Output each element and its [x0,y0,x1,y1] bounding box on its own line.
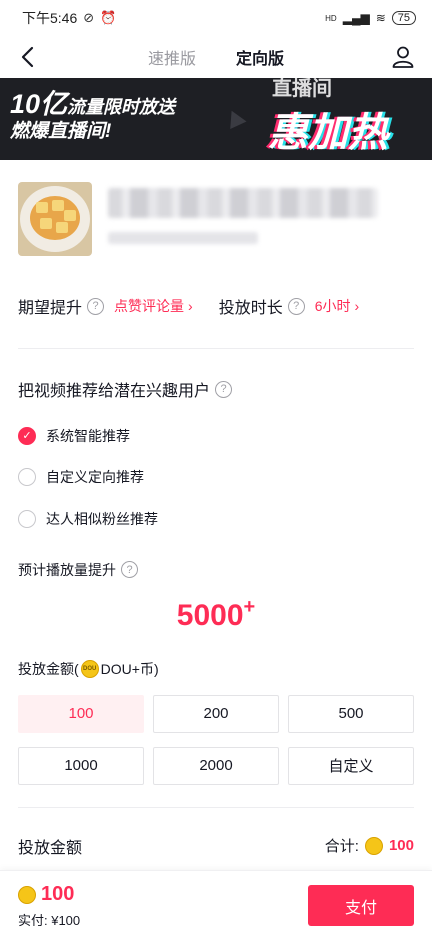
option-custom-targeting[interactable]: 自定义定向推荐 [18,457,414,499]
radio-checked-icon[interactable]: ✓ [18,426,36,445]
divider [18,806,414,808]
total-label: 合计: [324,838,359,855]
forecast-suffix: + [243,595,256,618]
option-smart-recommend[interactable]: ✓ 系统智能推荐 [18,415,414,457]
forecast-value: 5000+ [0,596,432,633]
total-value: 100 [388,837,414,854]
amount-option-custom[interactable]: 自定义 [288,746,414,785]
video-title-blurred [108,188,378,218]
help-icon[interactable]: ? [287,297,305,315]
summary-total: 合计: 100 [325,835,414,856]
targeting-options: ✓ 系统智能推荐 自定义定向推荐 达人相似粉丝推荐 [0,415,432,540]
video-info-blurred [108,182,432,280]
pay-button[interactable]: 支付 [308,885,414,926]
option-similar-fans[interactable]: 达人相似粉丝推荐 [18,498,414,540]
dou-coin-icon [364,836,383,855]
targeting-title-text: 把视频推荐给潜在兴趣用户 [18,383,211,400]
status-bar: 下午5:46 ⊘ ⏰ HD ▂▄▆ ≋ 75 [0,0,432,36]
video-thumbnail [18,182,92,256]
status-time: 下午5:46 [22,10,78,26]
checkout-bar: 100 实付: ¥100 支付 [0,870,432,939]
amount-label-prefix: 投放金额( [18,660,79,677]
alarm-icon: ⏰ [100,10,117,25]
banner-headline-rest: 流量限时放送 [67,97,176,117]
hd-signal-icon: HD [325,13,337,23]
chevron-right-icon[interactable]: › [355,298,360,314]
option-label: 达人相似粉丝推荐 [46,510,158,527]
real-pay-text: 实付: ¥100 [18,913,81,928]
banner-headline-big: 10亿 [10,89,68,119]
video-meta-blurred [108,232,258,244]
wifi-icon: ≋ [375,11,386,25]
option-label: 系统智能推荐 [46,427,130,444]
amount-option-2000[interactable]: 2000 [153,746,279,785]
expected-boost-value[interactable]: 点赞评论量 [114,296,184,316]
user-icon[interactable] [390,44,416,70]
help-icon[interactable]: ? [87,297,105,315]
tab-quick-promote[interactable]: 速推版 [148,45,196,69]
dou-coin-icon: DOU [80,659,99,678]
chevron-right-icon[interactable]: › [188,298,193,314]
option-label: 自定义定向推荐 [46,469,144,486]
version-tabs: 速推版 定向版 [148,45,284,69]
amount-label-suffix: DOU+币) [100,660,159,677]
radio-unchecked-icon[interactable] [18,509,36,528]
goal-row: 期望提升 ? 点赞评论量 › 投放时长 ? 6小时 › [0,280,432,332]
forecast-row: 预计播放量提升 ? [0,560,432,580]
dou-coin-icon [18,885,36,904]
banner-promo-top: 直播间 [272,78,332,100]
play-triangle-icon [223,106,247,130]
banner-promo-title: 惠加热 [268,111,388,155]
banner-subline: 燃爆直播间! [10,121,112,142]
mute-icon: ⊘ [83,10,95,25]
promo-banner[interactable]: 10亿流量限时放送 燃爆直播间! 直播间 惠加热 [0,78,432,160]
forecast-label: 预计播放量提升 [18,561,116,578]
expected-boost-label: 期望提升 [18,300,83,317]
amount-option-500[interactable]: 500 [288,694,414,733]
help-icon[interactable]: ? [121,561,138,578]
amount-label: 投放金额( DOU DOU+币) [0,659,432,679]
footer-amount-value: 100 [41,883,75,905]
help-icon[interactable]: ? [215,380,233,398]
signal-icon: ▂▄▆ [342,11,370,25]
video-card [0,160,432,280]
amount-option-1000[interactable]: 1000 [18,746,144,785]
tab-targeted-promote[interactable]: 定向版 [236,45,284,69]
totals-row: 投放金额 合计: 100 [0,834,432,858]
radio-unchecked-icon[interactable] [18,468,36,487]
battery-icon: 75 [391,11,416,25]
duration-label: 投放时长 [218,300,283,317]
forecast-number: 5000 [176,598,244,632]
amount-options: 100 200 500 1000 2000 自定义 [0,694,432,785]
summary-label: 投放金额 [18,839,83,857]
amount-option-200[interactable]: 200 [153,694,279,733]
back-arrow-icon[interactable] [16,44,42,70]
amount-option-100[interactable]: 100 [18,694,144,733]
divider [18,348,414,349]
top-nav: 速推版 定向版 [0,36,432,78]
duration-value[interactable]: 6小时 [315,296,351,316]
targeting-title: 把视频推荐给潜在兴趣用户 ? [0,377,432,401]
status-right: HD ▂▄▆ ≋ 75 [325,11,416,25]
footer-amount: 100 [18,883,74,906]
